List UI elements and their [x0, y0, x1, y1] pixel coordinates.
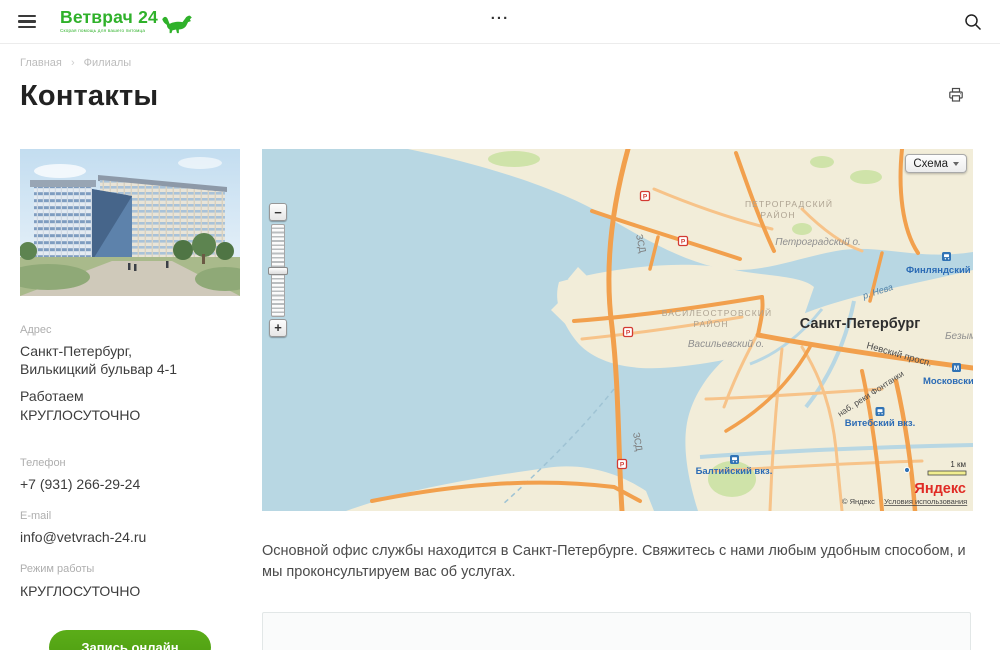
- yandex-logo[interactable]: Яндекс: [914, 481, 966, 497]
- contact-form-box: [262, 612, 971, 650]
- svg-text:Витебский вкз.: Витебский вкз.: [845, 418, 916, 429]
- map-scale-bar: [928, 471, 966, 475]
- metro-station-icon: М: [952, 363, 961, 372]
- logo-tagline: Скорая помощь для вашего питомца: [60, 29, 158, 34]
- schedule-label: Режим работы: [20, 563, 240, 575]
- breadcrumb-home[interactable]: Главная: [20, 57, 62, 69]
- svg-text:Балтийский вкз.: Балтийский вкз.: [696, 466, 773, 477]
- office-description: Основной офис службы находится в Санкт-П…: [262, 541, 973, 582]
- rail-station-icon: [942, 252, 951, 261]
- svg-text:Московский: Московский: [923, 376, 973, 387]
- chevron-down-icon: [953, 162, 959, 166]
- dog-icon: [161, 11, 193, 35]
- online-booking-button[interactable]: Запись онлайн: [49, 630, 211, 650]
- worktime-value: Работаем КРУГЛОСУТОЧНО: [20, 387, 240, 423]
- zoom-in-button[interactable]: +: [269, 319, 287, 337]
- svg-text:РАЙОН: РАЙОН: [693, 318, 728, 329]
- contact-sidebar: Адрес Санкт-Петербург, Вилькицкий бульва…: [20, 149, 240, 650]
- print-icon[interactable]: [948, 87, 964, 106]
- map-label-island: Петроградский о.: [775, 237, 861, 248]
- svg-text:РАЙОН: РАЙОН: [760, 209, 795, 220]
- poi-dot: [904, 467, 909, 472]
- breadcrumb: Главная › Филиалы: [20, 57, 980, 69]
- svg-text:Безымянный: Безымянный: [945, 331, 973, 342]
- svg-text:Р: Р: [626, 330, 631, 337]
- map-terms-link[interactable]: Условия использования: [884, 497, 967, 506]
- address-value: Санкт-Петербург, Вилькицкий бульвар 4-1: [20, 342, 240, 378]
- rail-station-icon: [730, 455, 739, 464]
- logo-title: Ветврач 24: [60, 9, 158, 27]
- svg-text:Р: Р: [620, 462, 625, 469]
- svg-text:Р: Р: [643, 194, 648, 201]
- logo[interactable]: Ветврач 24 Скорая помощь для вашего пито…: [60, 9, 193, 35]
- zoom-out-button[interactable]: −: [269, 203, 287, 221]
- search-icon[interactable]: [964, 13, 982, 31]
- map-label-district: ПЕТРОГРАДСКИЙ: [745, 198, 833, 209]
- svg-text:М: М: [954, 365, 959, 372]
- map-scale-label: 1 км: [950, 460, 966, 469]
- breadcrumb-separator: ›: [71, 57, 75, 69]
- header: Ветврач 24 Скорая помощь для вашего пито…: [0, 0, 1000, 44]
- schedule-value: КРУГЛОСУТОЧНО: [20, 582, 240, 600]
- office-photo: [20, 149, 240, 296]
- map-label-station: Финляндский вкз.: [906, 265, 973, 276]
- zoom-slider-handle[interactable]: [268, 267, 288, 275]
- map-zoom-control: − +: [269, 203, 287, 337]
- address-label: Адрес: [20, 324, 240, 336]
- hamburger-menu-icon[interactable]: [18, 15, 36, 29]
- page-title: Контакты: [20, 80, 158, 113]
- phone-label: Телефон: [20, 457, 240, 469]
- yandex-map[interactable]: Р Р Р Р: [262, 149, 973, 511]
- svg-text:Васильевский о.: Васильевский о.: [688, 339, 764, 350]
- svg-text:ВАСИЛЕОСТРОВСКИЙ: ВАСИЛЕОСТРОВСКИЙ: [662, 307, 772, 318]
- zoom-slider[interactable]: [271, 224, 285, 317]
- breadcrumb-branches[interactable]: Филиалы: [84, 57, 132, 69]
- email-label: E-mail: [20, 510, 240, 522]
- map-layer-button[interactable]: Схема: [905, 154, 967, 173]
- svg-text:Р: Р: [681, 239, 686, 246]
- map-label-city: Санкт-Петербург: [800, 316, 921, 332]
- map-copyright: © Яндекс: [842, 497, 875, 506]
- rail-station-icon: [876, 407, 885, 416]
- map-canvas: Р Р Р Р: [262, 149, 973, 511]
- email-value[interactable]: info@vetvrach-24.ru: [20, 528, 240, 546]
- phone-value: +7 (931) 266-29-24: [20, 475, 240, 493]
